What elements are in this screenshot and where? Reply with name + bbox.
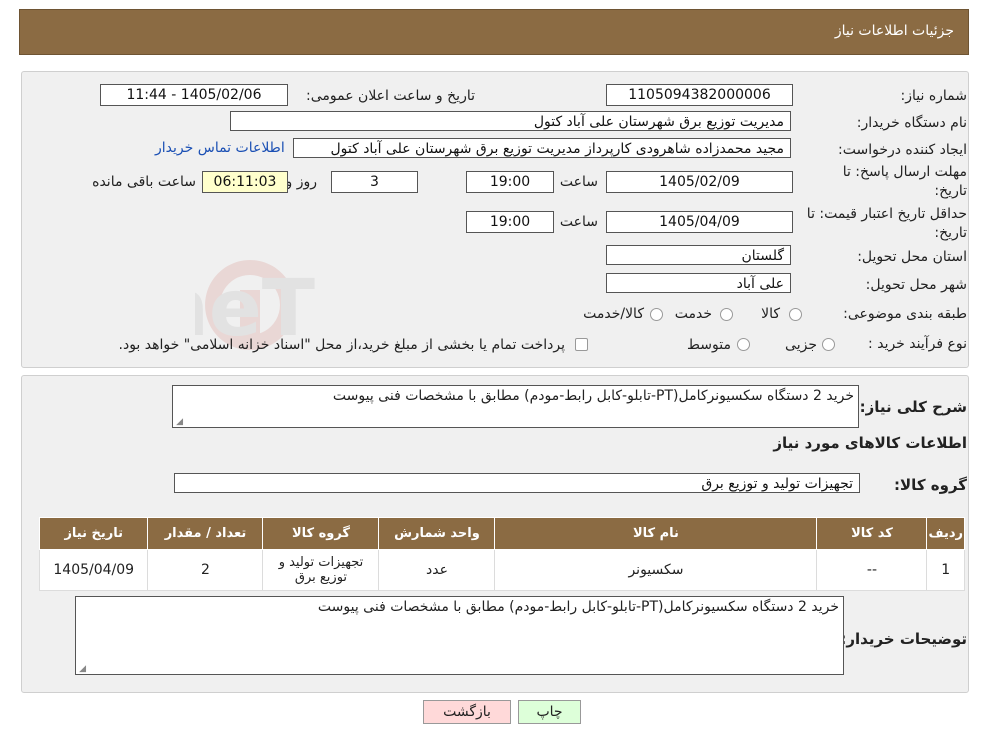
process-option-minor: جزیی [785,337,817,353]
summary-label: شرح کلی نیاز: [859,398,967,416]
cell-group: تجهیزات تولید و توزیع برق [262,549,380,591]
print-button[interactable]: چاپ [518,700,581,724]
category-radio-goods-service[interactable] [650,308,663,321]
cell-code: -- [816,549,928,591]
buyer-notes-label: توضیحات خریدار: [840,630,967,648]
validity-label-2: تاریخ: [934,225,967,241]
validity-date-field: 1405/04/09 [606,211,793,233]
category-option-goods: کالا [761,306,780,322]
page-header: جزئیات اطلاعات نیاز [19,9,969,55]
buyer-notes-text: خرید 2 دستگاه سکسیونرکامل(PT-تابلو-کابل … [317,599,839,615]
process-radio-minor[interactable] [822,338,835,351]
cell-date: 1405/04/09 [38,549,149,591]
cell-unit: عدد [378,549,496,591]
category-radio-service[interactable] [720,308,733,321]
validity-label: حداقل تاریخ اعتبار قیمت: تا [806,206,967,222]
remaining-label: ساعت باقی مانده [92,174,196,190]
deadline-time-label: ساعت [559,174,598,190]
category-option-goods-service: کالا/خدمت [583,306,644,322]
col-name: نام کالا [494,517,818,550]
province-field: گلستان [606,245,791,265]
goods-table: ردیف کد کالا نام کالا واحد شمارش گروه کا… [38,517,965,591]
goods-group-label: گروه کالا: [894,476,967,494]
treasury-checkbox[interactable] [575,338,588,351]
cell-row: 1 [926,549,965,591]
days-label: روز و [285,174,318,190]
process-radio-medium[interactable] [737,338,750,351]
need-number-field: 1105094382000006 [606,84,793,106]
col-date: تاریخ نیاز [38,517,149,550]
goods-group-field: تجهیزات تولید و توزیع برق [174,473,860,493]
table-row: 1 -- سکسیونر عدد تجهیزات تولید و توزیع ب… [38,549,965,591]
city-label: شهر محل تحویل: [865,277,967,293]
goods-section-title: اطلاعات کالاهای مورد نیاز [773,434,967,452]
deadline-date-field: 1405/02/09 [606,171,793,193]
category-radio-goods[interactable] [789,308,802,321]
buyer-org-label: نام دستگاه خریدار: [856,115,967,131]
buyer-notes-textarea[interactable]: خرید 2 دستگاه سکسیونرکامل(PT-تابلو-کابل … [75,596,844,675]
category-label: طبقه بندی موضوعی: [843,306,967,322]
cell-quantity: 2 [147,549,264,591]
col-row: ردیف [926,517,965,550]
requester-label: ایجاد کننده درخواست: [838,142,967,158]
back-button[interactable]: بازگشت [423,700,511,724]
goods-table-header: ردیف کد کالا نام کالا واحد شمارش گروه کا… [38,517,965,550]
page-title: جزئیات اطلاعات نیاز [834,23,954,39]
process-label: نوع فرآیند خرید : [868,336,967,352]
process-note: پرداخت تمام یا بخشی از مبلغ خرید،از محل … [118,337,565,353]
col-code: کد کالا [816,517,928,550]
resize-grip-icon[interactable]: ◢ [175,418,183,427]
need-number-label: شماره نیاز: [900,88,968,104]
col-group: گروه کالا [262,517,380,550]
buyer-contact-link[interactable]: اطلاعات تماس خریدار [155,140,285,156]
remaining-time-field: 06:11:03 [202,171,288,193]
col-unit: واحد شمارش [378,517,496,550]
deadline-label-2: تاریخ: [934,183,967,199]
requester-field: مجید محمدزاده شاهرودی کارپرداز مدیریت تو… [293,138,791,158]
validity-time-label: ساعت [559,214,598,230]
summary-textarea[interactable]: خرید 2 دستگاه سکسیونرکامل(PT-تابلو-کابل … [172,385,859,428]
city-field: علی آباد [606,273,791,293]
announce-label: تاریخ و ساعت اعلان عمومی: [306,88,475,104]
province-label: استان محل تحویل: [857,249,967,265]
col-quantity: تعداد / مقدار [147,517,264,550]
resize-grip-icon[interactable]: ◢ [78,665,86,674]
cell-name: سکسیونر [494,549,818,591]
deadline-time-field: 19:00 [466,171,554,193]
buyer-org-field: مدیریت توزیع برق شهرستان علی آباد کتول [230,111,791,131]
validity-time-field: 19:00 [466,211,554,233]
category-option-service: خدمت [674,306,712,322]
deadline-label: مهلت ارسال پاسخ: تا [842,164,967,180]
days-field: 3 [331,171,418,193]
process-option-medium: متوسط [687,337,731,353]
announce-field: 1405/02/06 - 11:44 [100,84,288,106]
summary-text: خرید 2 دستگاه سکسیونرکامل(PT-تابلو-کابل … [332,388,854,404]
